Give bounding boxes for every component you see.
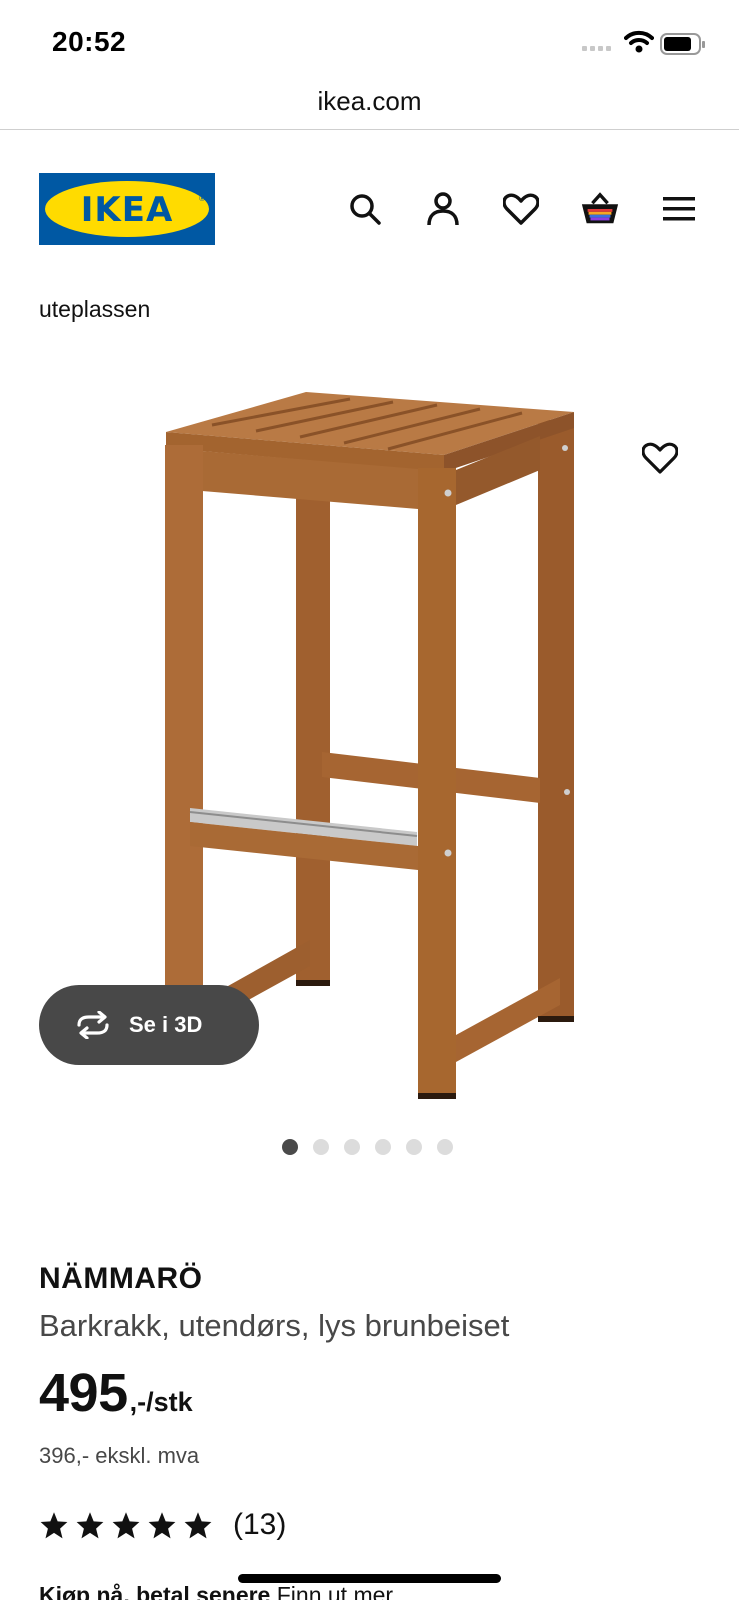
gallery-pagination	[282, 1139, 453, 1155]
star-icon	[40, 1512, 68, 1539]
home-indicator[interactable]	[238, 1574, 501, 1583]
price-amount: 495	[39, 1363, 128, 1423]
search-icon[interactable]	[345, 189, 385, 229]
star-icon	[112, 1512, 140, 1539]
shopping-basket-icon[interactable]	[580, 189, 620, 229]
finance-heading: Kjøp nå, betal senere	[39, 1582, 271, 1600]
review-count[interactable]: (13)	[233, 1508, 286, 1542]
gallery-dot[interactable]	[313, 1139, 329, 1155]
rating-stars	[39, 1511, 213, 1539]
product-description: Barkrakk, utendørs, lys brunbeiset	[39, 1308, 510, 1343]
breadcrumb[interactable]: uteplassen	[39, 296, 150, 323]
wifi-icon	[624, 30, 654, 59]
gallery-dot[interactable]	[437, 1139, 453, 1155]
view-in-3d-label: Se i 3D	[129, 1012, 203, 1037]
price-excluding-vat: 396,- ekskl. mva	[39, 1443, 200, 1468]
favourites-heart-icon[interactable]	[501, 189, 541, 229]
star-icon	[184, 1512, 212, 1539]
rotate-3d-icon	[77, 1011, 109, 1039]
status-time: 20:52	[52, 26, 127, 57]
finance-info: Kjøp nå, betal senere Finn ut mer	[39, 1582, 393, 1600]
product-rating[interactable]: (13)	[39, 1508, 286, 1542]
product-name: NÄMMARÖ	[39, 1262, 203, 1295]
gallery-dot[interactable]	[406, 1139, 422, 1155]
ikea-logo[interactable]: IKEA ®	[39, 173, 215, 245]
status-bar: 20:52	[0, 0, 739, 80]
gallery-dot[interactable]	[375, 1139, 391, 1155]
add-to-favourites-icon[interactable]	[638, 436, 682, 480]
star-icon	[148, 1512, 176, 1539]
view-in-3d-button[interactable]: Se i 3D	[39, 985, 259, 1065]
browser-address-bar[interactable]: ikea.com	[0, 80, 739, 130]
gallery-dot[interactable]	[282, 1139, 298, 1155]
account-icon[interactable]	[423, 189, 463, 229]
logo-text: IKEA	[80, 190, 174, 230]
product-price: 495 ,-/stk	[39, 1362, 193, 1424]
battery-icon	[660, 32, 706, 56]
price-suffix: ,-/stk	[129, 1387, 193, 1417]
gallery-dot[interactable]	[344, 1139, 360, 1155]
cellular-signal-icon	[582, 46, 611, 51]
finance-learn-more-link[interactable]: Finn ut mer	[277, 1582, 393, 1600]
star-icon	[76, 1512, 104, 1539]
menu-icon[interactable]	[659, 189, 699, 229]
url-text[interactable]: ikea.com	[0, 86, 739, 117]
